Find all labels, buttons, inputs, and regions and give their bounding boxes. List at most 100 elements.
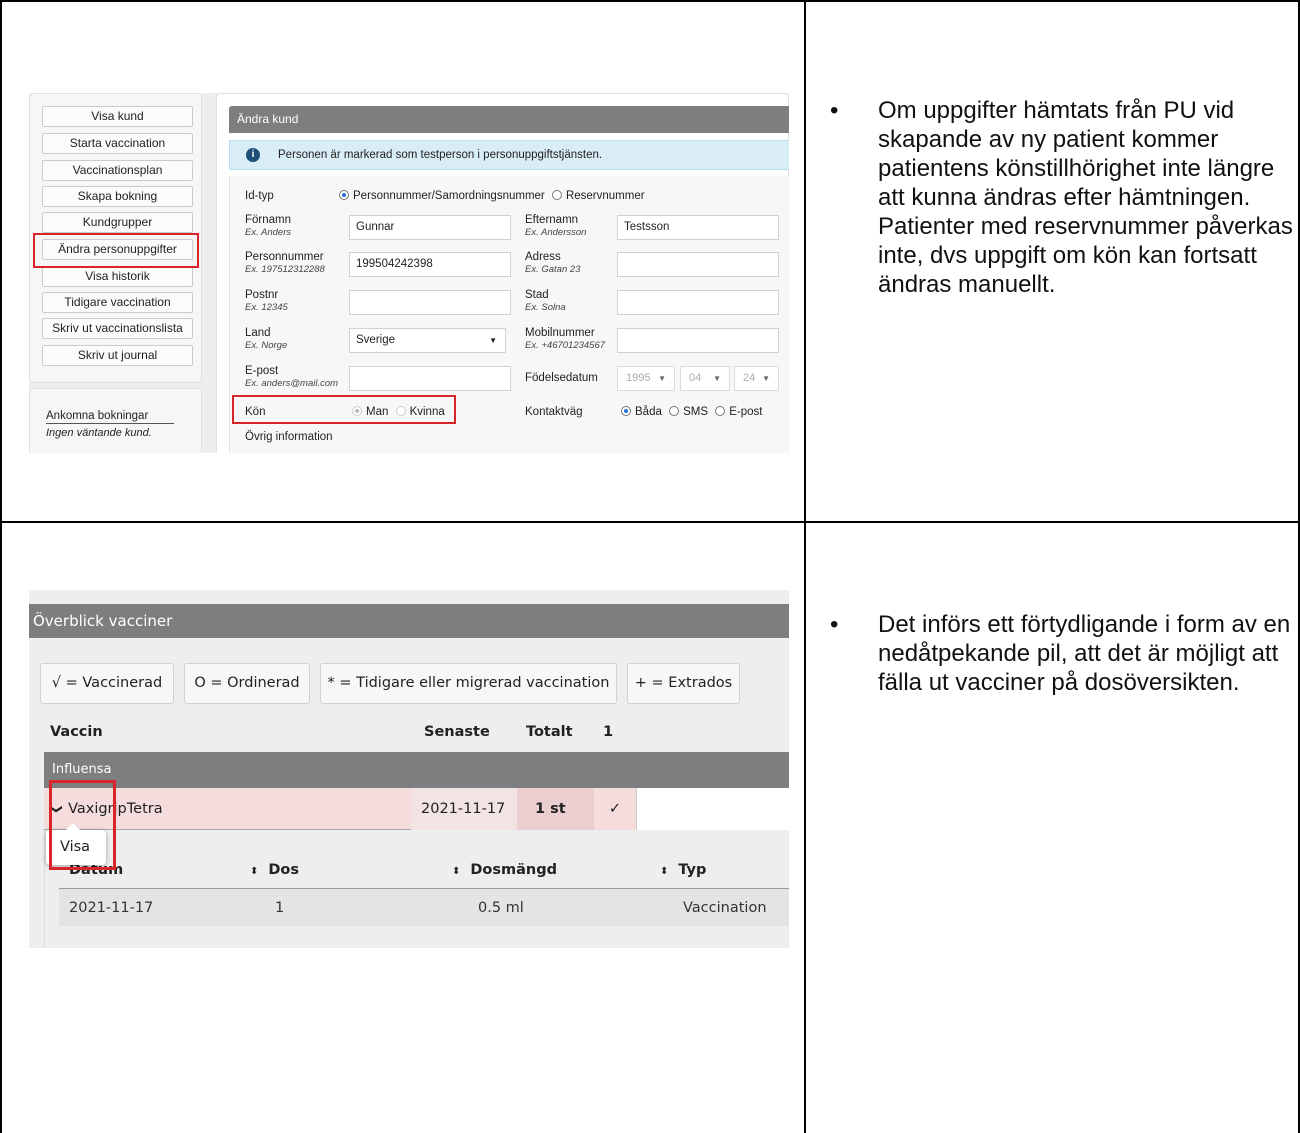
skriv-ut-journal-button[interactable]: Skriv ut journal	[42, 345, 193, 366]
radio-label: E-post	[729, 406, 763, 418]
highlight-box	[33, 233, 199, 268]
bullet-icon: •	[830, 97, 839, 124]
legend-vaccinerad: √ = Vaccinerad	[40, 663, 174, 704]
table-border-middle	[804, 0, 806, 1133]
detail-col-dos[interactable]: ⬍ Dos	[250, 862, 299, 878]
birth-month-select[interactable]: 04 ▼	[680, 366, 730, 391]
legend-ordinerad: O = Ordinerad	[184, 663, 310, 704]
pnr-label: Personnummer	[245, 251, 324, 263]
radio-label: Personnummer/Samordningsnummer	[353, 190, 545, 202]
col-total-count: 1	[603, 724, 614, 740]
table-border-left	[0, 0, 2, 1133]
caret-down-icon: ▼	[489, 336, 497, 345]
info-alert: i Personen är markerad som testperson i …	[229, 140, 789, 170]
radio-personnummer[interactable]	[339, 190, 349, 200]
table-border-top	[0, 0, 1300, 2]
dose-number: 1	[275, 900, 285, 916]
gender-highlight-box	[232, 395, 456, 424]
sidebar: Visa kund Starta vaccination Vaccination…	[29, 93, 202, 383]
contact-label: Kontaktväg	[525, 406, 583, 418]
kundgrupper-button[interactable]: Kundgrupper	[42, 212, 193, 233]
sort-icon[interactable]: ⬍	[250, 866, 258, 877]
detail-col-typ[interactable]: ⬍ Typ	[660, 862, 706, 878]
city-label: Stad	[525, 289, 549, 301]
note-2: • Det införs ett förtydligande i form av…	[830, 610, 1295, 750]
bullet-icon: •	[830, 611, 839, 638]
arrivals-title: Ankomna bokningar	[46, 410, 174, 424]
sort-icon[interactable]: ⬍	[660, 866, 668, 877]
vaccine-count: 1 st	[517, 788, 594, 830]
info-icon: i	[246, 148, 260, 162]
detail-col-label: Dosmängd	[470, 862, 557, 878]
country-select[interactable]: Sverige ▼	[349, 328, 506, 353]
last-name-label: Efternamn	[525, 214, 579, 226]
group-influensa: Influensa	[44, 752, 789, 788]
radio-reservnummer[interactable]	[551, 190, 562, 200]
caret-down-icon: ▼	[658, 374, 666, 383]
email-example: Ex. anders@mail.com	[245, 378, 339, 389]
vaccinated-check-icon: ✓	[594, 788, 636, 830]
first-name-field[interactable]: Gunnar	[349, 215, 511, 240]
last-name-example: Ex. Andersson	[525, 227, 587, 238]
note-1: • Om uppgifter hämtats från PU vid skapa…	[830, 96, 1295, 436]
visa-historik-button[interactable]: Visa historik	[42, 266, 193, 287]
birth-day-select[interactable]: 24 ▼	[734, 366, 779, 391]
info-message: Personen är markerad som testperson i pe…	[278, 149, 603, 161]
birth-day-value: 24	[743, 372, 756, 384]
birth-month-value: 04	[689, 372, 702, 384]
radio-sms[interactable]	[669, 406, 680, 416]
radio-label: Båda	[635, 406, 662, 418]
address-example: Ex. Gatan 23	[525, 264, 581, 275]
id-type-label: Id-typ	[245, 190, 274, 202]
id-type-radio-group: Personnummer/Samordningsnummer Reservnum…	[339, 190, 649, 202]
vaccine-row[interactable]: ❯ VaxigripTetra 2021-11-17 1 st ✓	[44, 788, 789, 830]
radio-label: SMS	[683, 406, 708, 418]
birth-year-select[interactable]: 1995 ▼	[617, 366, 675, 391]
dose-row: 2021-11-17 1 0.5 ml Vaccination	[59, 888, 789, 926]
dose-date: 2021-11-17	[69, 900, 154, 916]
mobile-field[interactable]	[617, 328, 779, 353]
tidigare-vaccination-button[interactable]: Tidigare vaccination	[42, 292, 193, 313]
overview-header: Överblick vacciner	[29, 604, 789, 638]
row-empty-cell	[636, 788, 789, 830]
vaccinationsplan-button[interactable]: Vaccinationsplan	[42, 160, 193, 181]
sort-icon[interactable]: ⬍	[452, 866, 460, 877]
zip-field[interactable]	[349, 290, 511, 315]
city-example: Ex. Solna	[525, 302, 566, 313]
arrivals-empty: Ingen väntande kund.	[46, 427, 152, 439]
radio-label: Reservnummer	[565, 190, 645, 202]
mobile-example: Ex. +46701234567	[525, 340, 606, 351]
city-field[interactable]	[617, 290, 779, 315]
pnr-field[interactable]: 199504242398	[349, 252, 511, 277]
first-name-label: Förnamn	[245, 214, 292, 226]
radio-bada[interactable]	[621, 406, 631, 416]
legend-extrados: + = Extrados	[627, 663, 740, 704]
edit-customer-screenshot: Visa kund Starta vaccination Vaccination…	[29, 93, 789, 453]
radio-epost[interactable]	[715, 406, 726, 416]
address-label: Adress	[525, 251, 561, 263]
birth-label: Födelsedatum	[525, 372, 598, 384]
detail-col-label: Dos	[268, 862, 300, 878]
caret-down-icon: ▼	[713, 374, 721, 383]
arrivals-panel: Ankomna bokningar Ingen väntande kund.	[29, 388, 202, 453]
last-name-field[interactable]: Testsson	[617, 215, 779, 240]
skapa-bokning-button[interactable]: Skapa bokning	[42, 186, 193, 207]
email-field[interactable]	[349, 366, 511, 391]
dose-type: Vaccination	[683, 900, 767, 916]
document-table: Visa kund Starta vaccination Vaccination…	[0, 0, 1300, 1133]
col-senaste: Senaste	[424, 724, 490, 740]
zip-example: Ex. 12345	[245, 302, 288, 313]
detail-col-dosmangd[interactable]: ⬍ Dosmängd	[452, 862, 557, 878]
vaccine-overview-screenshot: Överblick vacciner √ = Vaccinerad O = Or…	[29, 590, 789, 948]
dose-amount: 0.5 ml	[478, 900, 524, 916]
chevron-highlight-box	[49, 780, 116, 870]
zip-label: Postnr	[245, 289, 279, 301]
other-info-label: Övrig information	[245, 431, 333, 443]
visa-kund-button[interactable]: Visa kund	[42, 106, 193, 127]
starta-vaccination-button[interactable]: Starta vaccination	[42, 133, 193, 154]
contact-radio-group: Båda SMS E-post	[621, 406, 766, 418]
table-border-row	[0, 521, 1300, 523]
country-example: Ex. Norge	[245, 340, 288, 351]
skriv-ut-vaccinationslista-button[interactable]: Skriv ut vaccinationslista	[42, 318, 193, 339]
address-field[interactable]	[617, 252, 779, 277]
